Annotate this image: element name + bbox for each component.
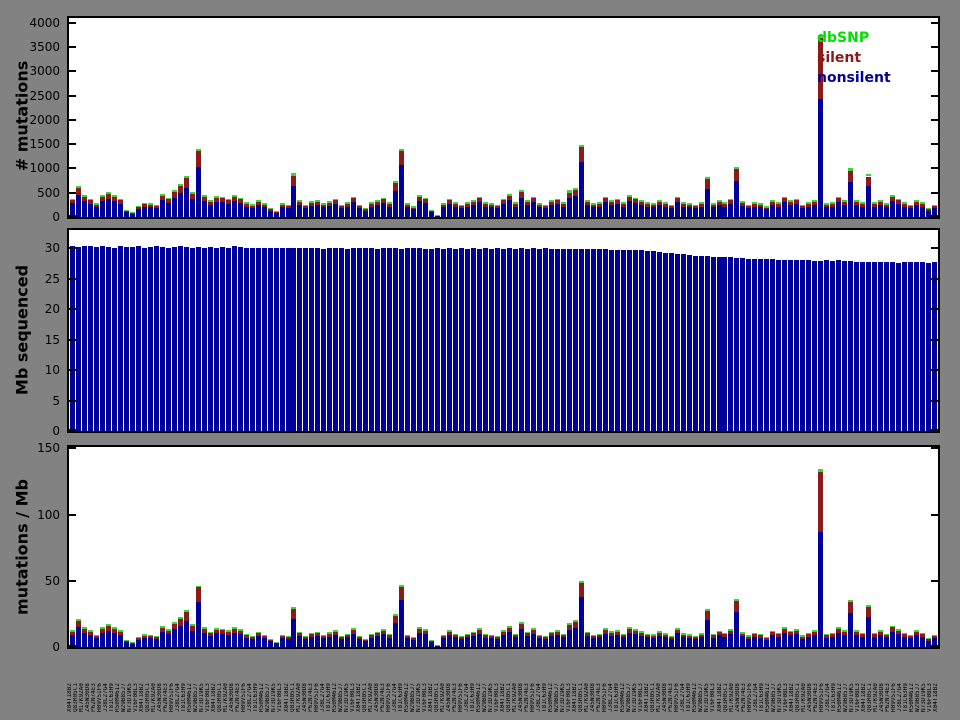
y-tick-mark (69, 21, 76, 24)
y-tick-mark (931, 94, 938, 97)
y-tick-label: 3000 (29, 64, 60, 79)
mb-sequenced-plot: 0 5 10 15 20 25 30 (45, 228, 940, 437)
y-tick-mark (931, 429, 938, 431)
y-tick-mark (931, 215, 938, 217)
y-tick-label: 4000 (29, 15, 60, 30)
y-tick-mark (69, 191, 76, 194)
legend-item-dbsnp: dbSNP (817, 30, 870, 46)
y-tick-mark (931, 247, 938, 250)
y-tick-mark (69, 513, 76, 516)
y-tick-label: 1000 (29, 161, 60, 176)
y-tick-mark (69, 447, 76, 450)
y-tick-mark (931, 143, 938, 146)
y-tick-label: 20 (44, 302, 60, 317)
mutations-per-mb-ticks: 0 50 100 150 (37, 442, 938, 653)
y-tick-mark (931, 447, 938, 450)
y-tick-mark (931, 308, 938, 311)
y-tick-mark (69, 94, 76, 97)
y-tick-mark (931, 513, 938, 516)
y-tick-mark (69, 579, 76, 582)
y-tick-mark (931, 338, 938, 341)
y-tick-mark (69, 143, 76, 146)
y-tick-mark (69, 308, 76, 311)
y-tick-label: 50 (44, 573, 60, 588)
y-tick-mark (69, 645, 76, 647)
mb-sequenced-ticks: 0 5 10 15 20 25 30 (45, 230, 938, 437)
mutations-count-plot: 0 500 1000 1500 2000 2500 3000 3500 4000 dbSNP s… (29, 16, 940, 223)
y-tick-mark (931, 399, 938, 402)
legend: dbSNP silent nonsilent (817, 28, 891, 88)
y-tick-mark (69, 118, 76, 121)
y-tick-label: 15 (44, 332, 60, 347)
y-tick-mark (931, 118, 938, 121)
y-tick-mark (931, 277, 938, 280)
legend-item-silent: silent (817, 50, 862, 66)
y-tick-mark (69, 46, 76, 49)
y-tick-mark (931, 46, 938, 49)
y-tick-mark (931, 70, 938, 73)
y-axis-title-mb-sequenced: Mb sequenced (12, 264, 32, 396)
y-axis-title-mutations-per-mb: mutations / Mb (12, 479, 32, 615)
y-tick-mark (69, 247, 76, 250)
legend-item-nonsilent: nonsilent (817, 70, 891, 86)
x-axis-sample-labels: X04T18B2 Q83R05C1 M17K92A0 Z45W30D8 P62N74E3… (67, 656, 940, 714)
y-tick-label: 10 (44, 363, 60, 378)
y-tick-mark (69, 215, 76, 217)
y-tick-label: 0 (52, 640, 60, 654)
y-tick-label: 3500 (29, 40, 60, 55)
y-tick-label: 100 (37, 507, 60, 522)
y-tick-label: 0 (52, 424, 60, 438)
x-tick-sample-label: X04T18B2 (933, 683, 939, 712)
y-tick-mark (69, 277, 76, 280)
y-tick-mark (931, 645, 938, 647)
y-tick-mark (69, 399, 76, 402)
mutations-per-mb-plot: 0 50 100 150 (37, 442, 940, 653)
y-tick-mark (931, 191, 938, 194)
y-tick-mark (69, 369, 76, 372)
y-tick-label: 500 (37, 185, 60, 200)
y-tick-label: 30 (44, 241, 60, 256)
mutations-count-ticks: 0 500 1000 1500 2000 2500 3000 3500 4000 (29, 17, 938, 223)
y-tick-label: 1500 (29, 137, 60, 152)
y-tick-mark (69, 167, 76, 170)
y-tick-label: 2500 (29, 88, 60, 103)
y-tick-mark (931, 21, 938, 24)
y-tick-label: 5 (52, 393, 60, 408)
y-tick-mark (69, 429, 76, 431)
y-tick-label: 150 (37, 441, 60, 456)
y-tick-mark (931, 579, 938, 582)
y-tick-mark (69, 338, 76, 341)
y-tick-mark (931, 369, 938, 372)
y-tick-label: 25 (44, 271, 60, 286)
y-tick-label: 0 (52, 210, 60, 224)
y-tick-mark (931, 167, 938, 170)
y-tick-mark (69, 70, 76, 73)
y-tick-label: 2000 (29, 112, 60, 127)
